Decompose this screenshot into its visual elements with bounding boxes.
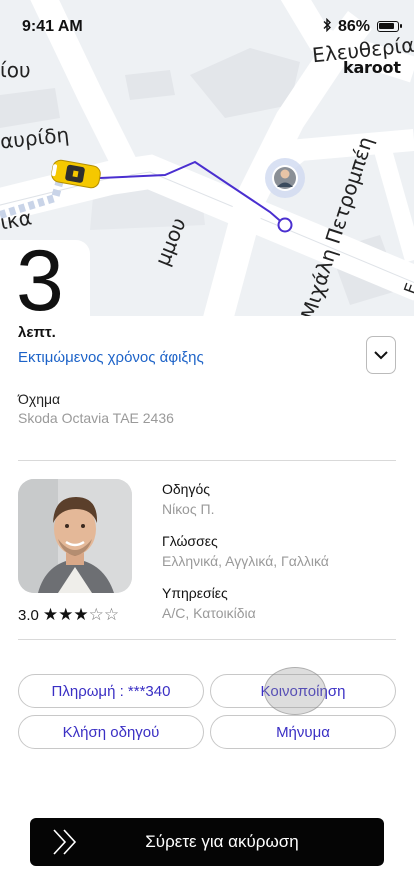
street-label: ίου: [0, 58, 31, 82]
vehicle-value: Skoda Octavia TAE 2436: [18, 410, 174, 426]
star-icon: ★: [42, 605, 59, 625]
divider: [18, 639, 396, 640]
slide-to-cancel[interactable]: Σύρετε για ακύρωση: [30, 818, 384, 866]
call-driver-button[interactable]: Κλήση οδηγού: [18, 715, 204, 749]
rating-stars: ★★★☆☆: [43, 605, 119, 625]
languages-value: Ελληνικά, Αγγλικά, Γαλλικά: [162, 553, 329, 569]
destination-marker-icon: [277, 217, 293, 233]
status-bar: 9:41 AM 86%: [0, 0, 414, 44]
star-icon: ☆: [103, 605, 120, 625]
status-time: 9:41 AM: [22, 18, 83, 35]
driver-photo: [18, 479, 132, 593]
driver-title: Οδηγός: [162, 481, 211, 497]
star-icon: ☆: [88, 605, 104, 625]
touch-indicator: [264, 667, 326, 715]
vehicle-title: Όχημα: [18, 391, 61, 407]
driver-rating: 3.0 ★★★☆☆: [18, 605, 119, 625]
star-icon: ★: [58, 605, 74, 625]
slide-label: Σύρετε για ακύρωση: [145, 832, 299, 851]
battery-percent: 86%: [338, 18, 371, 35]
message-button[interactable]: Μήνυμα: [210, 715, 396, 749]
payment-button[interactable]: Πληρωμή : ***340: [18, 674, 204, 708]
services-value: A/C, Κατοικίδια: [162, 605, 256, 621]
battery-icon: [377, 21, 402, 32]
eta-minutes: 3: [16, 233, 64, 329]
bluetooth-icon: [322, 17, 332, 35]
rating-value: 3.0: [18, 606, 39, 624]
languages-title: Γλώσσες: [162, 533, 218, 549]
battery-fill: [379, 23, 394, 29]
brand-logo: karoot: [343, 58, 401, 77]
driver-name: Νίκος Π.: [162, 501, 215, 517]
eta-unit: λεπτ.: [18, 324, 56, 341]
expand-button[interactable]: [366, 336, 396, 374]
divider: [18, 460, 396, 461]
chevron-down-icon: [374, 351, 388, 360]
eta-label: Εκτιμώμενος χρόνος άφιξης: [18, 349, 204, 366]
services-title: Υπηρεσίες: [162, 585, 228, 601]
star-icon: ★: [73, 605, 89, 625]
